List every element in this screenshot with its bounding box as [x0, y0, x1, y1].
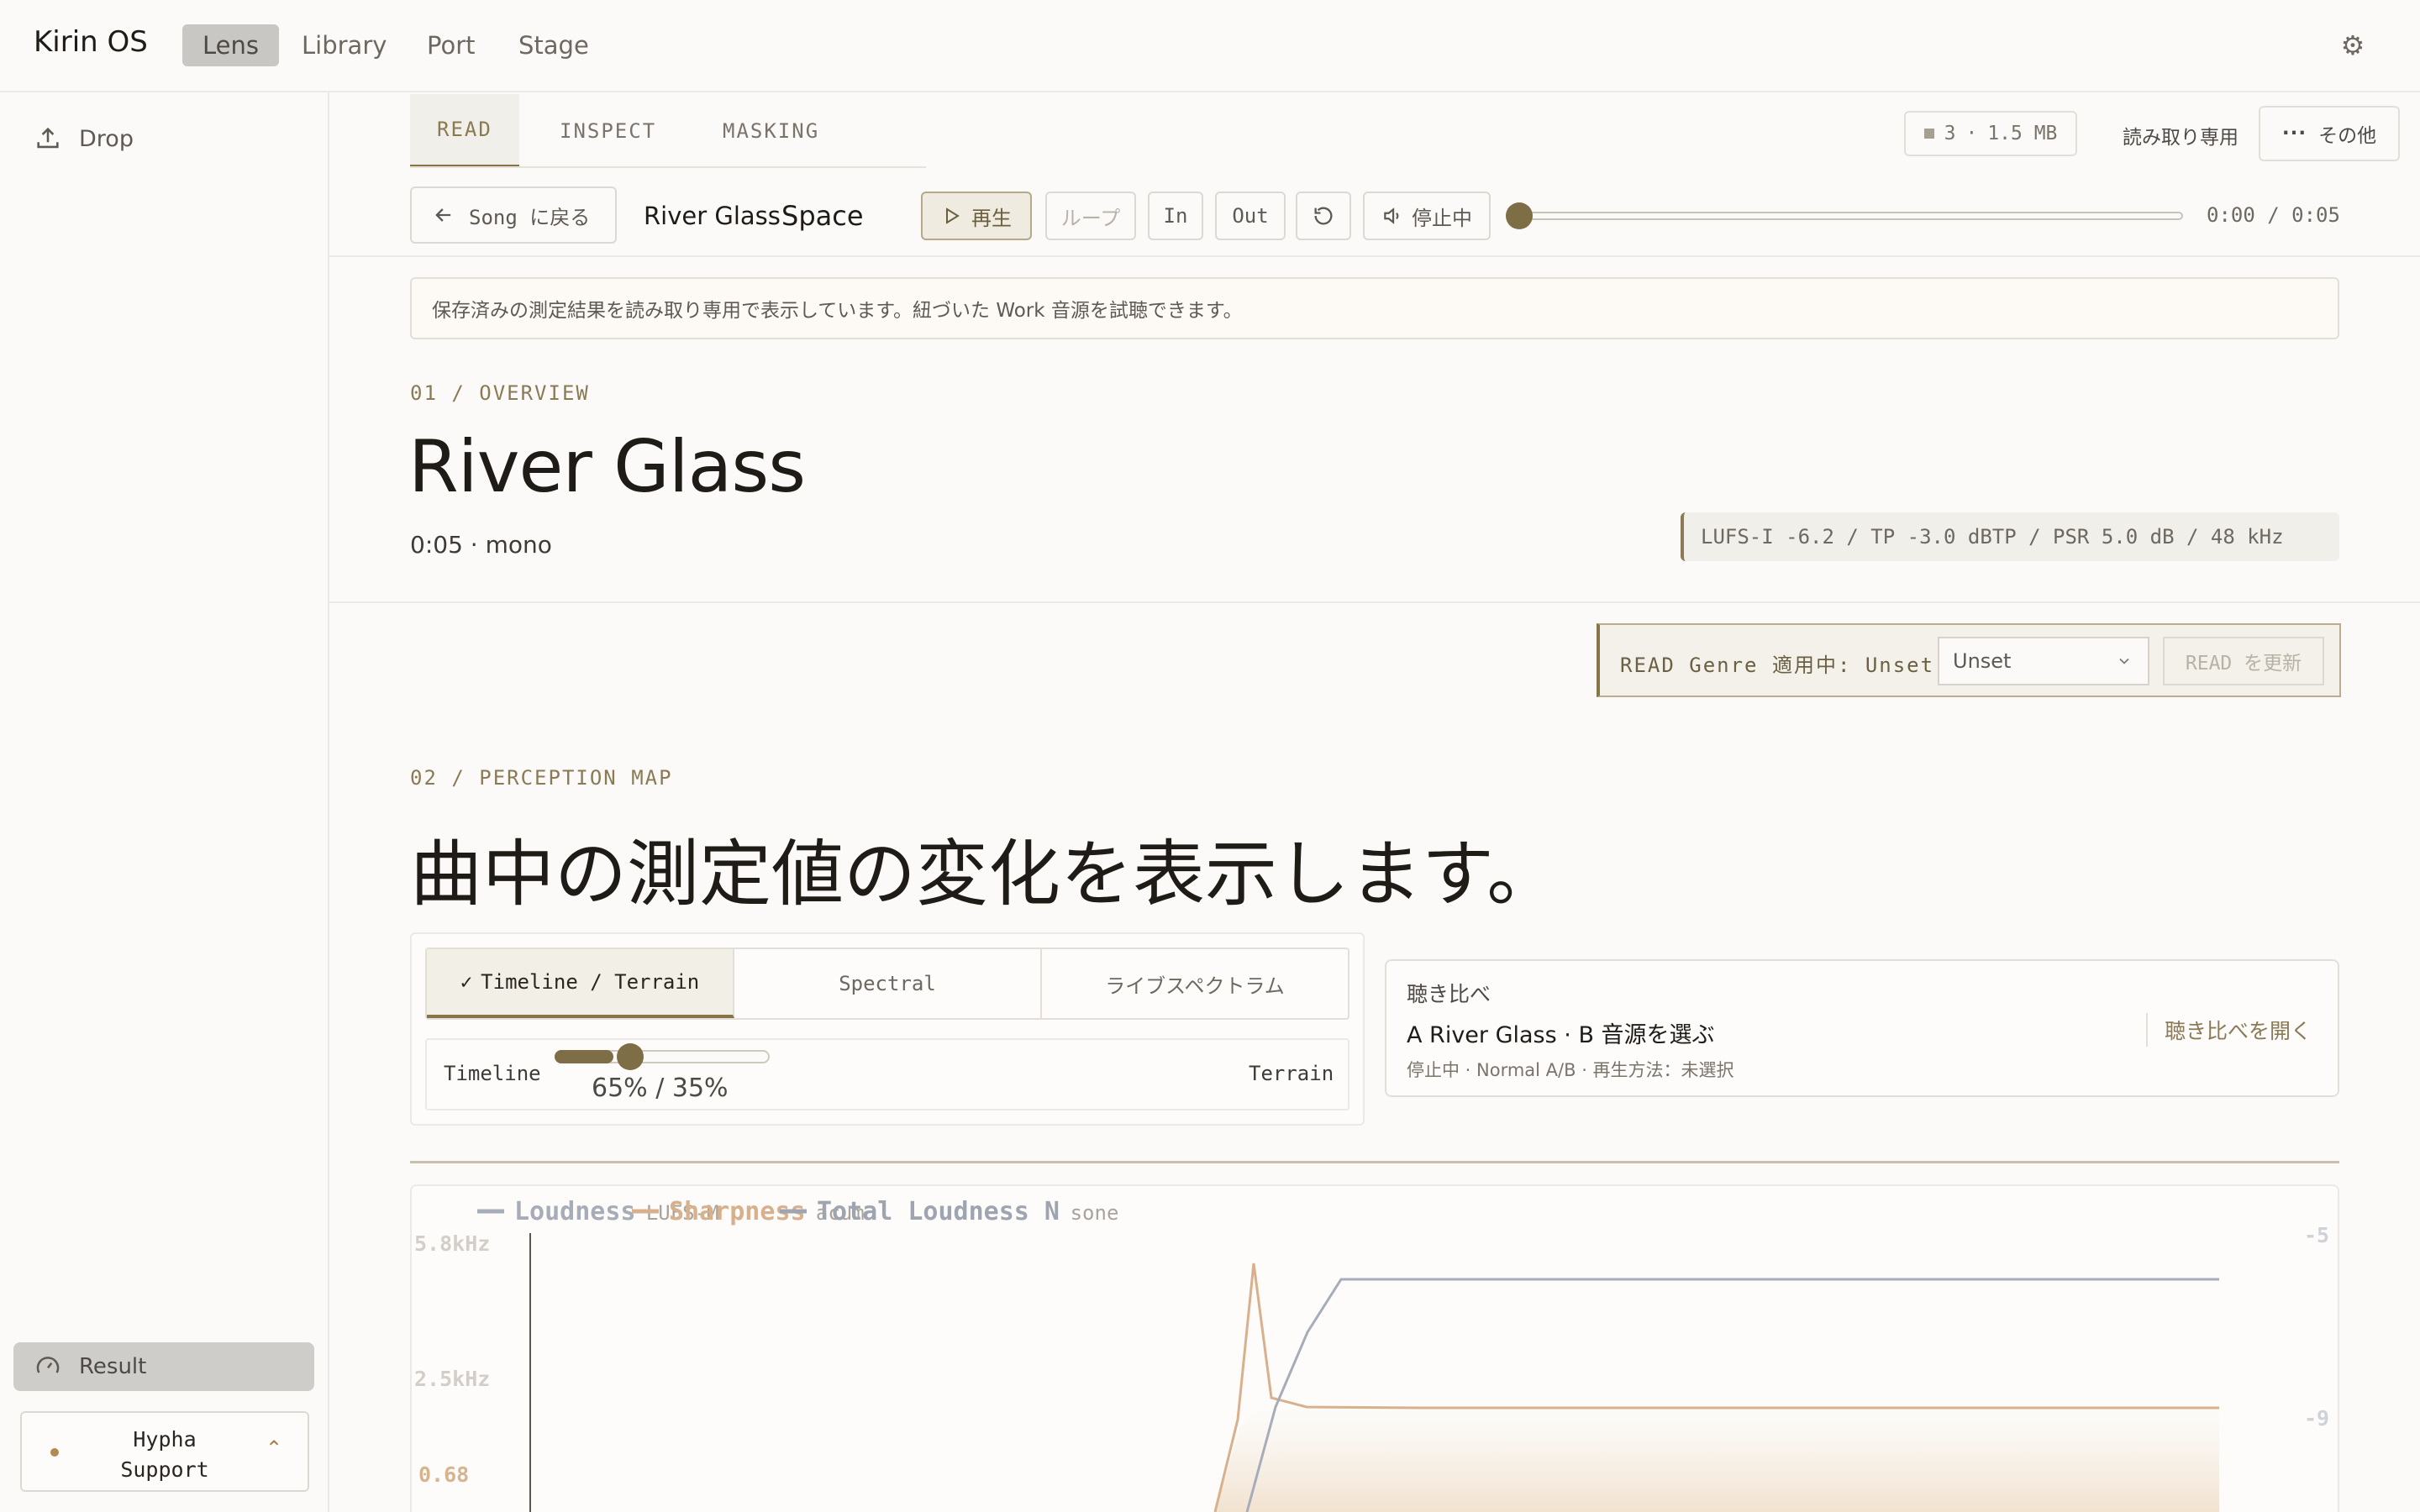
perception-title: 曲中の測定値の変化を表示します。: [410, 832, 1560, 916]
play-icon: [946, 207, 960, 224]
back-to-song-button[interactable]: Song に戻る: [410, 186, 617, 244]
volume-button[interactable]: 停止中: [1363, 192, 1491, 240]
tab-masking[interactable]: MASKING: [696, 94, 846, 168]
compare-title: A River Glass · B 音源を選ぶ: [1407, 1022, 1715, 1048]
app-title: Kirin OS: [34, 25, 148, 59]
legend-unit: sone: [1071, 1201, 1119, 1225]
right-tick-label: -9: [2304, 1406, 2329, 1431]
sidebar: [0, 92, 329, 1512]
open-compare-button[interactable]: 聴き比べを開く: [2165, 1015, 2312, 1045]
overview-title: River Glass: [408, 425, 806, 509]
tab-read[interactable]: READ: [410, 94, 519, 168]
genre-selected: Unset: [1953, 649, 2012, 673]
file-size: 1.5 MB: [1987, 123, 2058, 144]
mode-tab-spectral[interactable]: Spectral: [734, 949, 1042, 1018]
file-count: 3: [1944, 123, 1956, 144]
loudness-metrics: LUFS-I -6.2 / TP -3.0 dBTP / PSR 5.0 dB …: [1681, 512, 2339, 561]
gauge-icon: [36, 1357, 60, 1373]
chevron-up-icon: ⌃: [266, 1436, 283, 1460]
overview-section-label: 01 / OVERVIEW: [410, 381, 590, 405]
arrow-left-icon: [435, 208, 451, 222]
song-title: River Glass: [644, 202, 781, 230]
file-size-badge: 3 · 1.5 MB: [1904, 111, 2077, 156]
mix-readout: 65% / 35%: [592, 1074, 729, 1103]
play-button[interactable]: 再生: [921, 192, 1032, 240]
drop-label: Drop: [79, 125, 134, 152]
result-label: Result: [79, 1354, 147, 1379]
overview-subtitle: 0:05 · mono: [410, 531, 552, 559]
result-button[interactable]: Result: [13, 1342, 314, 1391]
more-label: その他: [2318, 125, 2377, 147]
in-point-button[interactable]: In: [1148, 192, 1203, 240]
genre-panel: READ Genre 適用中: Unset Unset READ を更新: [1597, 623, 2341, 697]
back-label: Song に戻る: [469, 205, 591, 229]
chart-divider: [410, 1161, 2339, 1163]
view-mode-tabs: ✓ Timeline / Terrain Spectral ライブスペクトラム: [425, 948, 1349, 1020]
drop-button[interactable]: Drop: [34, 122, 134, 155]
mix-right-label: Terrain: [1249, 1062, 1334, 1085]
mode-tab-label: Timeline / Terrain: [481, 970, 700, 994]
mix-slider-fill: [555, 1050, 613, 1063]
left-tick-label: 0.68: [418, 1462, 469, 1487]
ellipsis-icon: ···: [2281, 123, 2307, 144]
update-read-button[interactable]: READ を更新: [2163, 637, 2324, 685]
volume-label: 停止中: [1412, 206, 1472, 230]
badge-separator: ·: [1965, 123, 1978, 144]
mode-tab-timeline-terrain[interactable]: ✓ Timeline / Terrain: [427, 949, 734, 1018]
mode-tab-live-spectrum[interactable]: ライブスペクトラム: [1042, 949, 1348, 1018]
loop-button[interactable]: ループ: [1045, 192, 1136, 240]
nav-item-library[interactable]: Library: [281, 24, 407, 66]
right-tick-label: -5: [2304, 1223, 2329, 1247]
space-label: Space: [781, 200, 864, 232]
section-divider: [329, 601, 2420, 603]
sharpness-area: [1215, 1405, 2219, 1512]
compare-separator: [2146, 1013, 2148, 1047]
perception-section-label: 02 / PERCEPTION MAP: [410, 766, 673, 790]
file-square-icon: [1923, 129, 1934, 139]
support-line-2: Support: [120, 1457, 209, 1482]
volume-icon: [1384, 207, 1399, 224]
support-line-1: Hypha: [133, 1427, 197, 1452]
status-dot: [50, 1448, 59, 1457]
genre-select[interactable]: Unset: [1938, 637, 2149, 685]
chevron-down-icon: [2119, 658, 2129, 664]
read-only-label: 読み取り専用: [2123, 127, 2238, 149]
more-button[interactable]: ··· その他: [2259, 106, 2400, 161]
rotate-ccw-icon: [1314, 207, 1333, 225]
mix-left-label: Timeline: [444, 1062, 541, 1085]
scrubber-handle[interactable]: [1506, 202, 1533, 229]
info-banner: 保存済みの測定結果を読み取り専用で表示しています。紐づいた Work 音源を試聴…: [410, 277, 2339, 339]
playback-scrubber[interactable]: [1518, 212, 2183, 220]
check-icon: ✓: [460, 970, 473, 994]
left-tick-label: 5.8kHz: [414, 1231, 490, 1256]
tab-inspect[interactable]: INSPECT: [533, 94, 683, 168]
support-label: Hypha Support: [102, 1425, 228, 1485]
mix-slider-handle[interactable]: [617, 1043, 644, 1070]
support-button[interactable]: Hypha Support ⌃: [20, 1411, 309, 1492]
compare-status: 停止中 · Normal A/B · 再生方法：未選択: [1407, 1060, 1734, 1080]
left-tick-label: 2.5kHz: [414, 1367, 490, 1391]
nav-item-lens[interactable]: Lens: [182, 24, 279, 66]
gear-icon[interactable]: ⚙: [2336, 29, 2370, 62]
genre-label: READ Genre 適用中: Unset: [1620, 654, 1935, 677]
compare-card: 聴き比べ A River Glass · B 音源を選ぶ 停止中 · Norma…: [1385, 959, 2339, 1097]
upload-icon: [37, 127, 59, 149]
reset-button[interactable]: [1296, 192, 1351, 240]
out-point-button[interactable]: Out: [1215, 192, 1286, 240]
legend-name: Loudness: [514, 1197, 636, 1226]
mix-slider-row: Timeline 65% / 35% Terrain: [425, 1038, 1349, 1110]
compare-heading: 聴き比べ: [1407, 982, 1491, 1006]
play-label: 再生: [971, 206, 1012, 230]
nav-item-stage[interactable]: Stage: [498, 24, 609, 66]
chart-legend: Loudness LUFS-MSharpness acumTotal Loudnes…: [477, 1197, 1118, 1226]
tabs-underline: [410, 166, 926, 168]
legend-name: Total Loudness N: [817, 1197, 1060, 1226]
nav-item-port[interactable]: Port: [407, 24, 496, 66]
time-readout: 0:00 / 0:05: [2207, 203, 2340, 227]
perception-chart: Loudness LUFS-MSharpness acumTotal Loudnes…: [414, 1197, 2329, 1512]
